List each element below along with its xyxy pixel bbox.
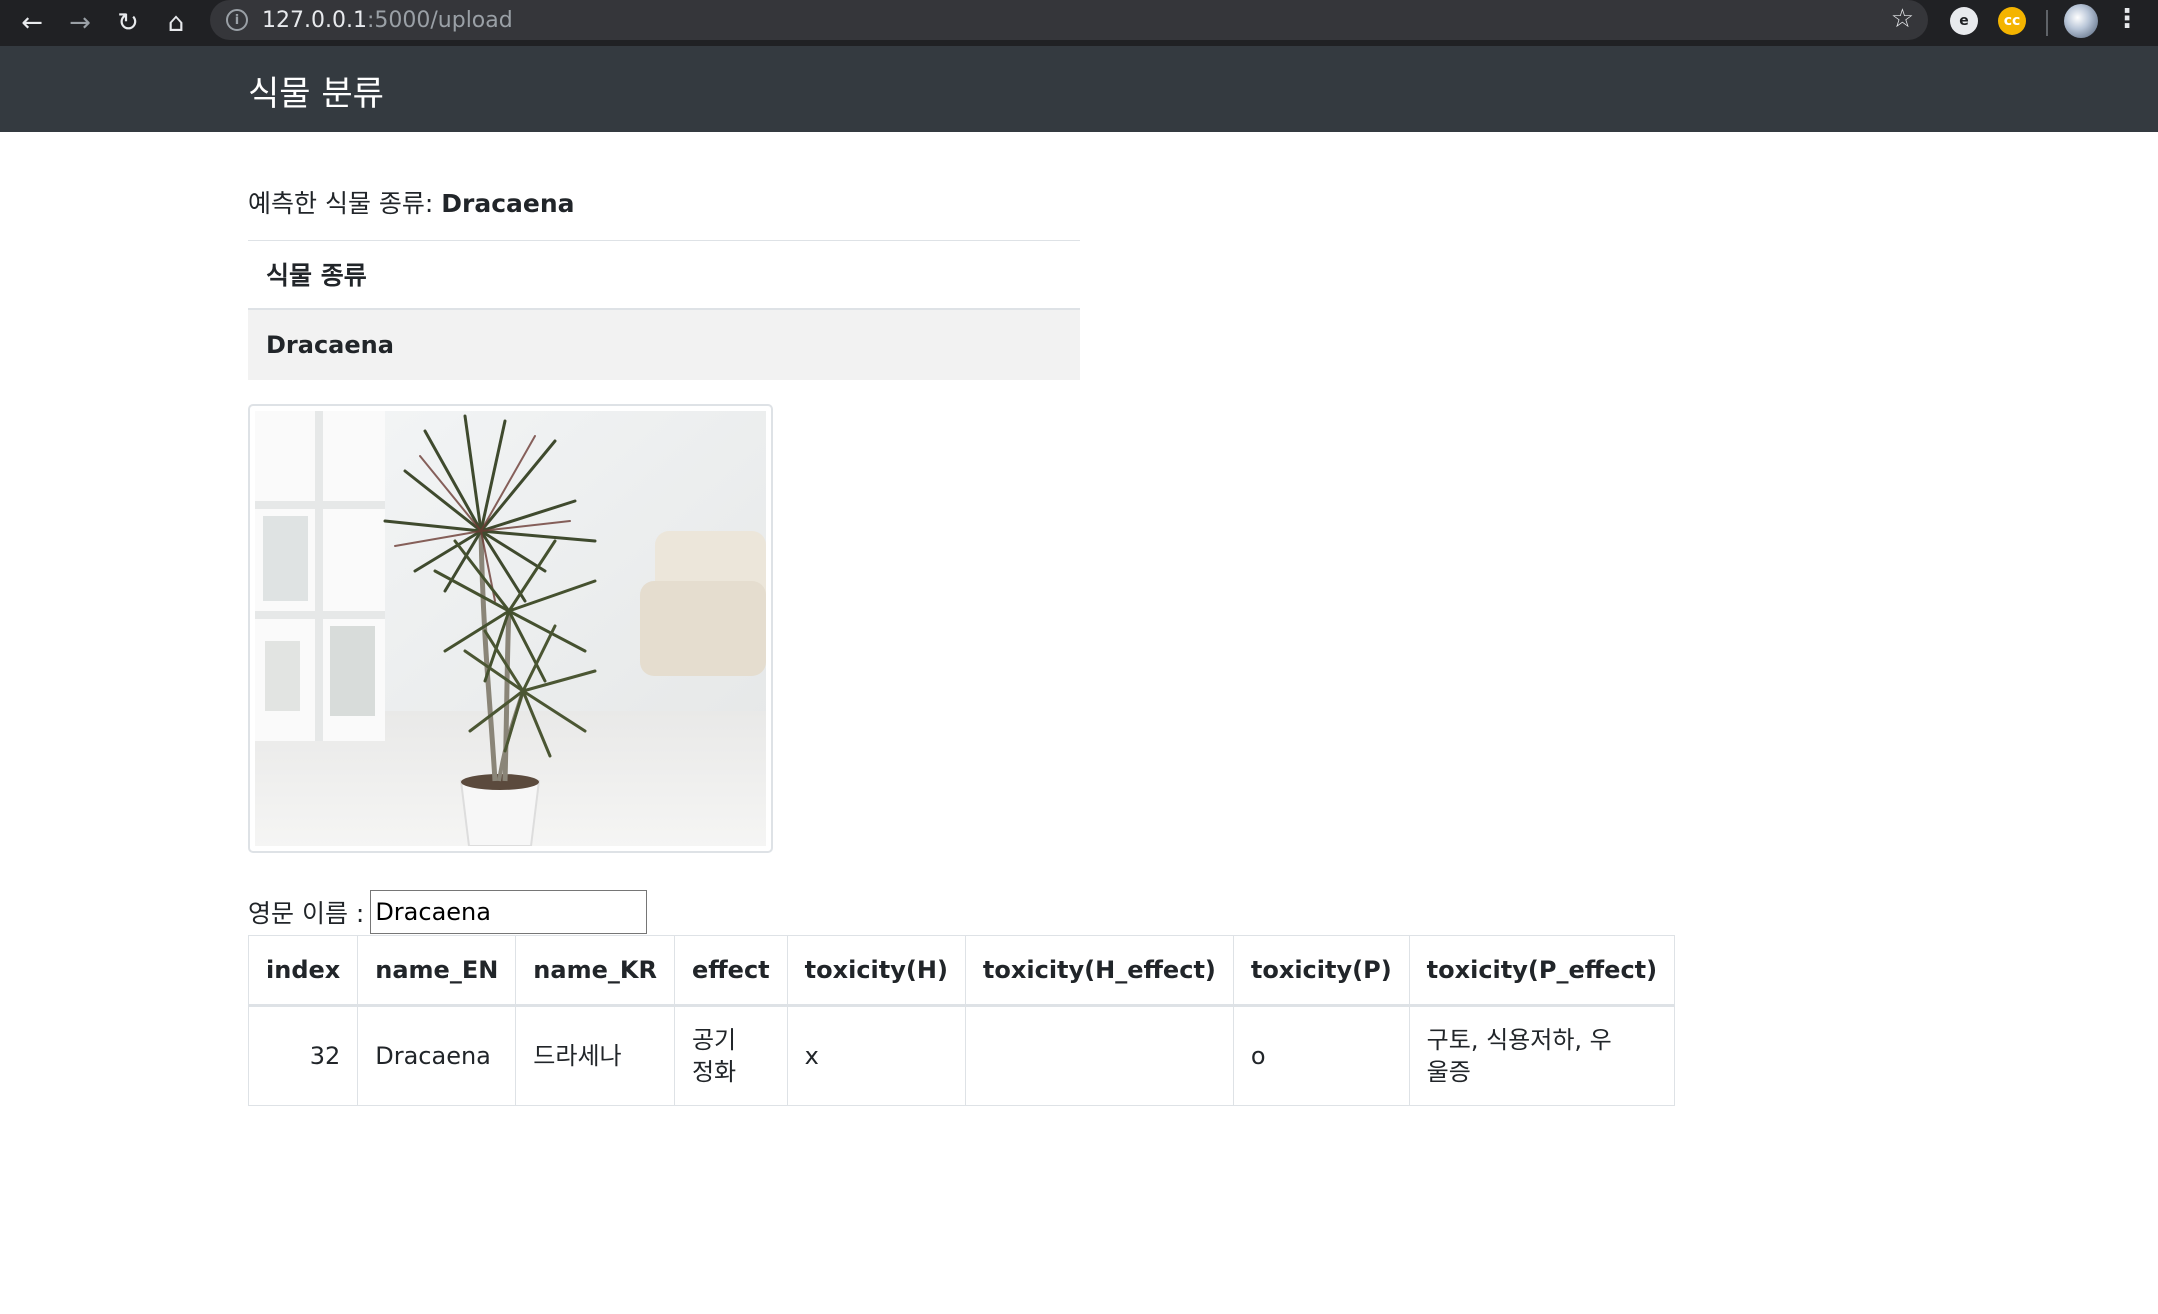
plant-image-thumbnail xyxy=(248,404,773,853)
info-icon[interactable]: i xyxy=(226,9,248,31)
prediction-result: 예측한 식물 종류: Dracaena xyxy=(248,184,575,220)
cell-toxicity-p: o xyxy=(1232,1005,1410,1106)
cell-name-kr: 드라세나 xyxy=(515,1005,675,1106)
column-header-toxicity-p-effect: toxicity(P_effect) xyxy=(1408,935,1676,1007)
app-navbar: 식물 분류 xyxy=(0,46,2158,132)
back-arrow-icon[interactable]: ← xyxy=(12,3,52,43)
home-icon[interactable]: ⌂ xyxy=(156,3,196,43)
prediction-value: Dracaena xyxy=(441,189,575,218)
english-name-input[interactable] xyxy=(370,890,648,934)
extension-e-icon[interactable]: e xyxy=(1950,7,1978,35)
plant-info-table: index name_EN name_KR effect toxicity(H)… xyxy=(247,935,1676,1106)
profile-avatar[interactable] xyxy=(2064,4,2098,38)
dracaena-plant-photo xyxy=(255,411,766,846)
table-row: 32 Dracaena 드라세나 공기 정화 x o 구토, 식용저하, 우 울… xyxy=(247,1005,1676,1106)
url-path: :5000/upload xyxy=(366,8,513,33)
cell-index: 32 xyxy=(247,1005,359,1106)
english-name-label: 영문 이름 : xyxy=(248,899,365,928)
species-summary-table: 식물 종류 Dracaena xyxy=(248,240,1080,380)
column-header-effect: effect xyxy=(673,935,788,1007)
column-header-toxicity-h: toxicity(H) xyxy=(786,935,966,1007)
english-name-row: 영문 이름 : xyxy=(248,890,648,934)
cell-toxicity-h: x xyxy=(786,1005,966,1106)
reload-icon[interactable]: ↻ xyxy=(108,3,148,43)
url-text[interactable]: 127.0.0.1:5000/upload xyxy=(262,8,513,33)
browser-toolbar: ← → ↻ ⌂ i 127.0.0.1:5000/upload ☆ e cc ⋮ xyxy=(0,0,2158,46)
navbar-brand[interactable]: 식물 분류 xyxy=(248,66,384,115)
url-host: 127.0.0.1 xyxy=(262,8,367,33)
prediction-label: 예측한 식물 종류: xyxy=(248,189,442,218)
cell-effect: 공기 정화 xyxy=(673,1005,788,1106)
toolbar-divider xyxy=(2046,10,2048,36)
forward-arrow-icon[interactable]: → xyxy=(60,3,100,43)
species-summary-value: Dracaena xyxy=(248,310,1080,380)
column-header-name-kr: name_KR xyxy=(515,935,675,1007)
cell-toxicity-h-effect xyxy=(964,1005,1234,1106)
species-summary-header: 식물 종류 xyxy=(248,240,1080,310)
column-header-index: index xyxy=(247,935,359,1007)
cell-toxicity-p-effect: 구토, 식용저하, 우 울증 xyxy=(1408,1005,1676,1106)
column-header-toxicity-h-effect: toxicity(H_effect) xyxy=(964,935,1234,1007)
address-bar[interactable]: i 127.0.0.1:5000/upload ☆ xyxy=(210,0,1928,40)
cell-name-en: Dracaena xyxy=(357,1005,517,1106)
bookmark-star-icon[interactable]: ☆ xyxy=(1891,4,1914,34)
extension-cc-icon[interactable]: cc xyxy=(1998,7,2026,35)
column-header-toxicity-p: toxicity(P) xyxy=(1232,935,1410,1007)
table-header-row: index name_EN name_KR effect toxicity(H)… xyxy=(247,935,1676,1007)
column-header-name-en: name_EN xyxy=(357,935,517,1007)
kebab-menu-icon[interactable]: ⋮ xyxy=(2112,4,2142,34)
